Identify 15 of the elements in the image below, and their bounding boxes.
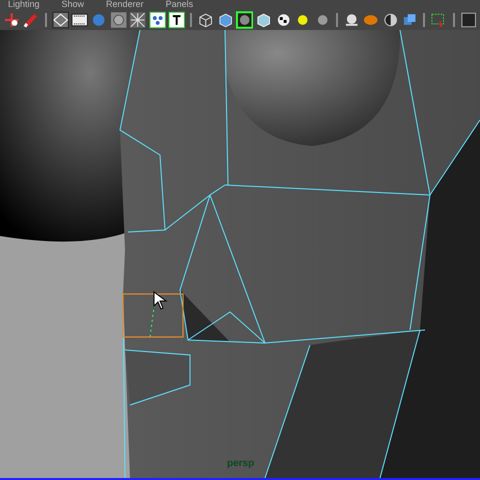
shaded-wire-icon[interactable] [236, 10, 254, 28]
menu-item[interactable]: Panels [166, 0, 194, 9]
dots-icon[interactable] [148, 10, 166, 28]
camera-label: persp [227, 457, 254, 471]
menu-item[interactable]: Lighting [8, 0, 40, 9]
half-ball-icon[interactable] [382, 10, 399, 28]
wire-cube-icon[interactable] [197, 10, 215, 28]
menu-item[interactable]: Show [62, 0, 84, 9]
menu-item[interactable]: Renderer [106, 0, 144, 9]
mesh-icon[interactable] [129, 10, 147, 28]
move-tool-icon[interactable] [3, 10, 20, 28]
film-icon[interactable] [71, 10, 88, 28]
frame-icon[interactable] [460, 10, 477, 28]
text-tool-icon[interactable] [168, 10, 186, 28]
cube-icon[interactable] [216, 10, 234, 28]
